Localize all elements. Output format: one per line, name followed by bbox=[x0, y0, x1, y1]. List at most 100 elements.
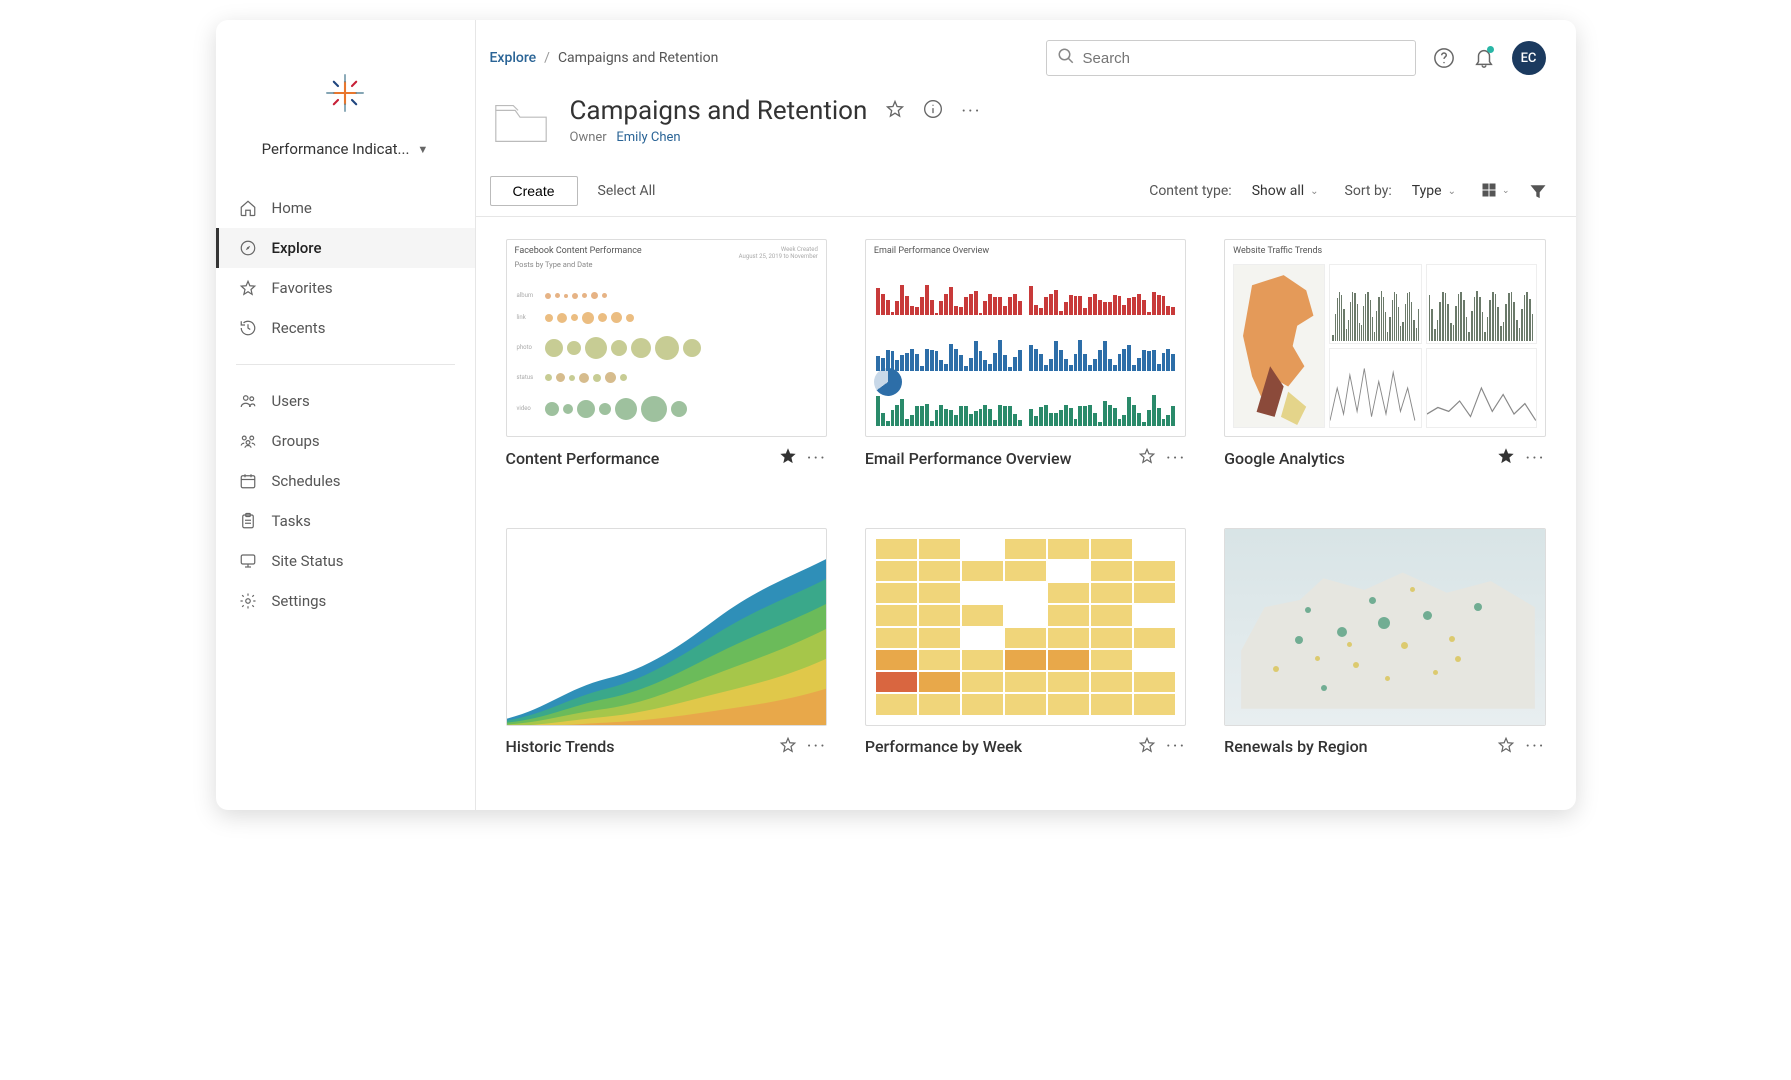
sidebar: Performance Indicat... ▼ Home Explore Fa… bbox=[216, 20, 476, 810]
card-more-button[interactable]: ··· bbox=[1525, 736, 1545, 757]
card-more-button[interactable]: ··· bbox=[1166, 448, 1186, 469]
thumbnail-title: Facebook Content Performance bbox=[515, 246, 642, 256]
notifications-button[interactable] bbox=[1472, 46, 1496, 70]
caret-down-icon: ⌄ bbox=[1448, 186, 1456, 197]
users-icon bbox=[238, 391, 258, 411]
sidebar-item-schedules[interactable]: Schedules bbox=[216, 461, 475, 501]
caret-down-icon: ⌄ bbox=[1502, 186, 1510, 196]
user-avatar[interactable]: EC bbox=[1512, 41, 1546, 75]
help-button[interactable] bbox=[1432, 46, 1456, 70]
sidebar-item-recents[interactable]: Recents bbox=[216, 308, 475, 348]
gear-icon bbox=[238, 591, 258, 611]
search-input[interactable] bbox=[1083, 50, 1405, 67]
create-button[interactable]: Create bbox=[490, 176, 578, 206]
nav-label: Explore bbox=[272, 239, 322, 257]
main: Explore / Campaigns and Retention EC bbox=[476, 20, 1576, 810]
content-thumbnail[interactable]: Email Performance Overview bbox=[865, 239, 1186, 437]
content-card: Performance by Week ··· bbox=[865, 528, 1186, 789]
content-title[interactable]: Performance by Week bbox=[865, 737, 1128, 756]
filter-button[interactable] bbox=[1530, 183, 1546, 199]
card-more-button[interactable]: ··· bbox=[1525, 448, 1545, 469]
sidebar-item-explore[interactable]: Explore bbox=[216, 228, 475, 268]
project-more-button[interactable]: ··· bbox=[961, 101, 981, 122]
nav-label: Site Status bbox=[272, 552, 344, 570]
sidebar-item-site-status[interactable]: Site Status bbox=[216, 541, 475, 581]
nav-secondary: Users Groups Schedules Tasks Site Status… bbox=[216, 375, 475, 627]
search-icon bbox=[1057, 47, 1075, 69]
view-mode-button[interactable]: ⌄ bbox=[1482, 183, 1510, 199]
breadcrumb: Explore / Campaigns and Retention bbox=[490, 50, 1030, 66]
home-icon bbox=[238, 198, 258, 218]
select-all-button[interactable]: Select All bbox=[598, 183, 656, 199]
calendar-icon bbox=[238, 471, 258, 491]
content-thumbnail[interactable]: Facebook Content Performance Posts by Ty… bbox=[506, 239, 827, 437]
favorite-button[interactable] bbox=[1138, 736, 1156, 758]
favorite-button[interactable] bbox=[779, 736, 797, 758]
favorite-button[interactable] bbox=[1497, 736, 1515, 758]
nav-divider bbox=[236, 364, 455, 365]
thumbnail-caption: Week Created August 25, 2019 to November bbox=[739, 246, 818, 260]
sidebar-item-tasks[interactable]: Tasks bbox=[216, 501, 475, 541]
content-card: Renewal Rate Renewals by Region ··· bbox=[1224, 528, 1545, 789]
nav-label: Groups bbox=[272, 432, 320, 450]
favorite-project-button[interactable] bbox=[885, 99, 905, 123]
project-folder-icon bbox=[490, 96, 552, 152]
content-title[interactable]: Content Performance bbox=[506, 449, 769, 468]
content-title[interactable]: Google Analytics bbox=[1224, 449, 1487, 468]
logo bbox=[216, 32, 475, 134]
clipboard-icon bbox=[238, 511, 258, 531]
sort-by-value: Type bbox=[1412, 183, 1442, 199]
search-box[interactable] bbox=[1046, 40, 1416, 76]
content-grid: Facebook Content Performance Posts by Ty… bbox=[476, 217, 1576, 810]
content-type-value: Show all bbox=[1252, 183, 1304, 199]
nav-label: Home bbox=[272, 199, 312, 217]
breadcrumb-current: Campaigns and Retention bbox=[558, 50, 718, 66]
favorite-button[interactable] bbox=[1497, 447, 1515, 469]
card-more-button[interactable]: ··· bbox=[807, 448, 827, 469]
thumbnail-title: Website Traffic Trends bbox=[1233, 246, 1322, 256]
sort-by-select[interactable]: Type ⌄ bbox=[1412, 183, 1462, 199]
nav-label: Users bbox=[272, 392, 310, 410]
sidebar-item-settings[interactable]: Settings bbox=[216, 581, 475, 621]
app-window: Performance Indicat... ▼ Home Explore Fa… bbox=[216, 20, 1576, 810]
content-thumbnail[interactable] bbox=[506, 528, 827, 726]
toolbar: Create Select All Content type: Show all… bbox=[476, 170, 1576, 217]
nav-label: Recents bbox=[272, 319, 326, 337]
nav-label: Settings bbox=[272, 592, 327, 610]
compass-icon bbox=[238, 238, 258, 258]
sidebar-item-groups[interactable]: Groups bbox=[216, 421, 475, 461]
nav-label: Favorites bbox=[272, 279, 333, 297]
caret-down-icon: ⌄ bbox=[1310, 186, 1318, 197]
card-more-button[interactable]: ··· bbox=[1166, 736, 1186, 757]
content-card: Historic Trends ··· bbox=[506, 528, 827, 789]
content-title[interactable]: Renewals by Region bbox=[1224, 737, 1487, 756]
content-thumbnail[interactable] bbox=[865, 528, 1186, 726]
star-icon bbox=[238, 278, 258, 298]
history-icon bbox=[238, 318, 258, 338]
breadcrumb-root-link[interactable]: Explore bbox=[490, 50, 537, 66]
content-title[interactable]: Historic Trends bbox=[506, 737, 769, 756]
content-thumbnail[interactable]: Renewal Rate bbox=[1224, 528, 1545, 726]
monitor-icon bbox=[238, 551, 258, 571]
content-type-label: Content type: bbox=[1149, 183, 1232, 199]
topbar: Explore / Campaigns and Retention EC bbox=[476, 20, 1576, 84]
content-title[interactable]: Email Performance Overview bbox=[865, 449, 1128, 468]
sidebar-item-favorites[interactable]: Favorites bbox=[216, 268, 475, 308]
favorite-button[interactable] bbox=[1138, 447, 1156, 469]
workspace-picker[interactable]: Performance Indicat... ▼ bbox=[216, 134, 475, 182]
caret-down-icon: ▼ bbox=[417, 143, 428, 156]
project-info-button[interactable] bbox=[923, 99, 943, 123]
content-type-select[interactable]: Show all ⌄ bbox=[1252, 183, 1325, 199]
nav-primary: Home Explore Favorites Recents bbox=[216, 182, 475, 354]
page-header: Campaigns and Retention ··· Owner Emily … bbox=[476, 84, 1576, 170]
favorite-button[interactable] bbox=[779, 447, 797, 469]
owner-link[interactable]: Emily Chen bbox=[616, 130, 680, 145]
content-thumbnail[interactable]: Website Traffic Trends bbox=[1224, 239, 1545, 437]
content-card: Facebook Content Performance Posts by Ty… bbox=[506, 239, 827, 500]
owner-label: Owner bbox=[570, 130, 607, 145]
sidebar-item-users[interactable]: Users bbox=[216, 381, 475, 421]
nav-label: Tasks bbox=[272, 512, 311, 530]
nav-label: Schedules bbox=[272, 472, 341, 490]
card-more-button[interactable]: ··· bbox=[807, 736, 827, 757]
sidebar-item-home[interactable]: Home bbox=[216, 188, 475, 228]
